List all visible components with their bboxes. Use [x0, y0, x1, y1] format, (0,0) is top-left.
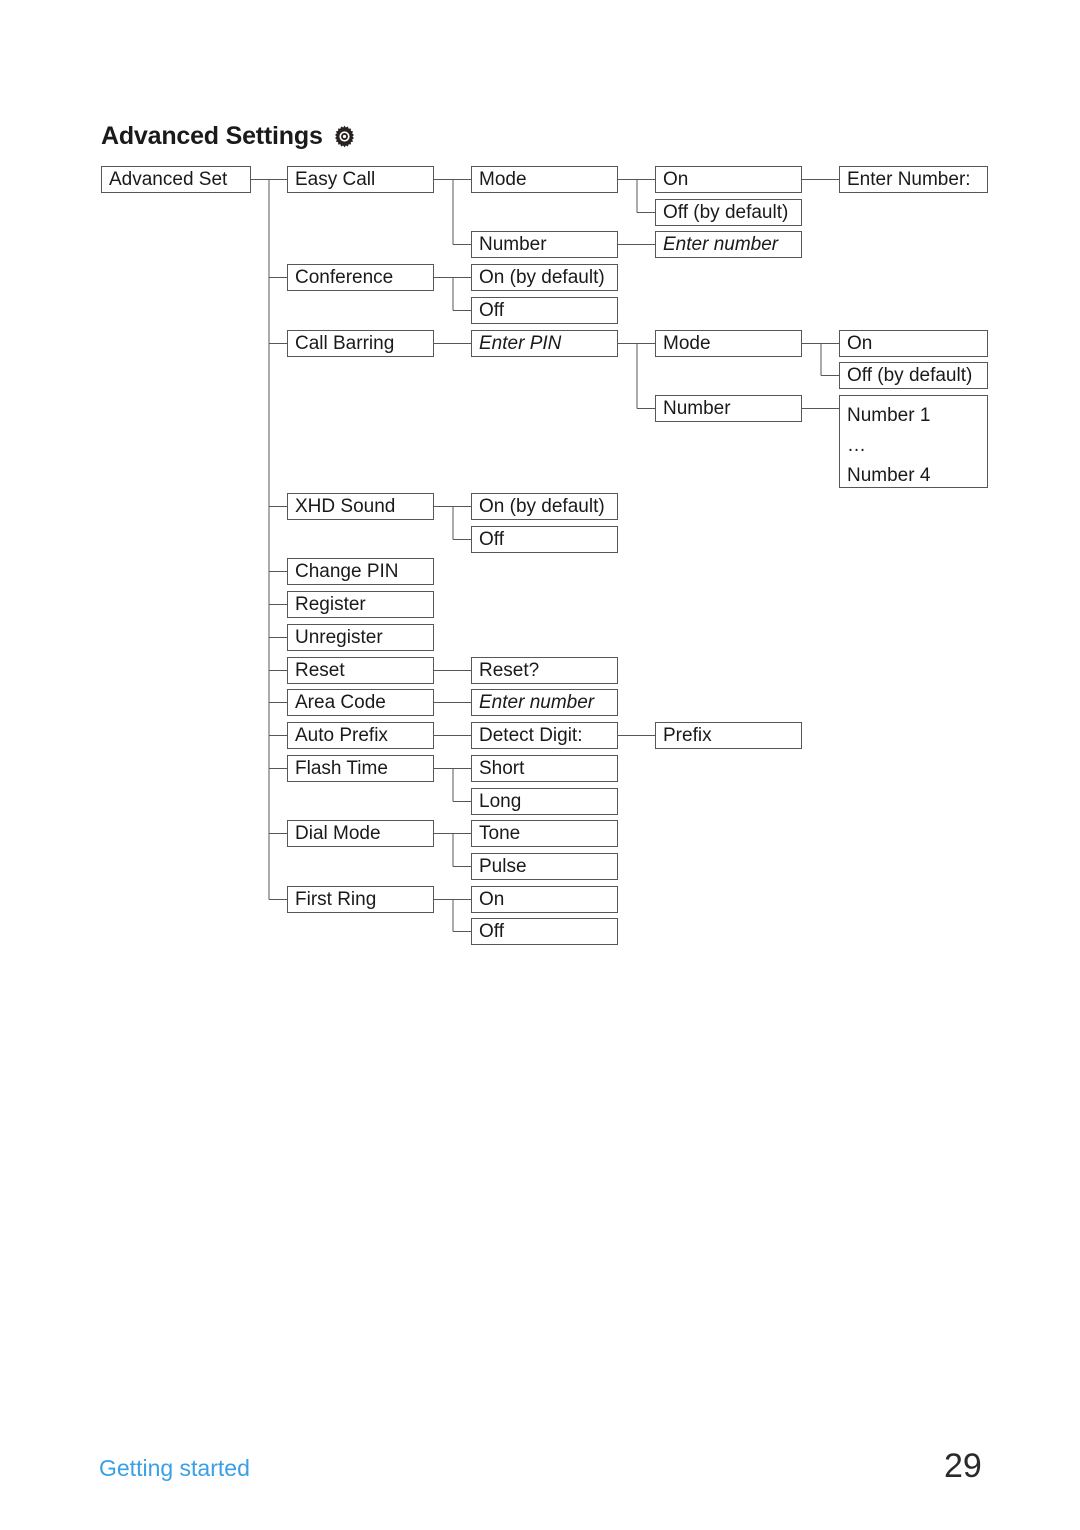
tree-node-label: Conference	[295, 267, 394, 288]
tree-node-label: Reset	[295, 660, 345, 681]
tree-node-enter-number-2[interactable]: Enter number	[655, 231, 802, 258]
tree-node-label: Enter number	[479, 692, 595, 713]
tree-node-first-ring[interactable]: First Ring	[287, 886, 434, 913]
tree-node-label: Off (by default)	[663, 202, 789, 223]
tree-node-label-line: Number 1	[847, 405, 931, 426]
tree-node-number-1[interactable]: Number	[471, 231, 618, 258]
tree-node-label: Enter Number:	[847, 169, 971, 190]
tree-node-label: On	[847, 333, 873, 354]
tree-node-label: Long	[479, 791, 522, 812]
tree-node-label: Enter number	[663, 234, 779, 255]
tree-node-long[interactable]: Long	[471, 788, 618, 815]
tree-node-label: Tone	[479, 823, 521, 844]
tree-node-flash-time[interactable]: Flash Time	[287, 755, 434, 782]
tree-node-mode-2[interactable]: Mode	[655, 330, 802, 357]
tree-node-enter-number-3[interactable]: Enter number	[471, 689, 618, 716]
tree-node-label: Pulse	[479, 856, 527, 877]
tree-node-label: Number	[663, 398, 731, 419]
tree-node-label: Call Barring	[295, 333, 395, 354]
tree-node-label: Unregister	[295, 627, 383, 648]
menu-tree-diagram: Advanced Set Easy Call Mode On Enter Number…	[0, 0, 1080, 1000]
tree-node-enter-pin[interactable]: Enter PIN	[471, 330, 618, 357]
tree-node-area-code[interactable]: Area Code	[287, 689, 434, 716]
tree-node-label: Mode	[663, 333, 711, 354]
tree-node-off-1[interactable]: Off	[471, 297, 618, 324]
tree-node-register[interactable]: Register	[287, 591, 434, 618]
tree-node-label: Register	[295, 594, 366, 615]
tree-node-off-3[interactable]: Off	[471, 918, 618, 945]
manual-page: Advanced Settings Advanced Set Easy Call…	[0, 0, 1080, 1530]
tree-node-label: Detect Digit:	[479, 725, 583, 746]
tree-node-label: On (by default)	[479, 267, 605, 288]
tree-node-label: Reset?	[479, 660, 540, 681]
tree-node-label: Change PIN	[295, 561, 399, 582]
tree-node-label: Off	[479, 921, 504, 942]
tree-node-label: First Ring	[295, 889, 377, 910]
tree-node-label: Dial Mode	[295, 823, 381, 844]
tree-node-unregister[interactable]: Unregister	[287, 624, 434, 651]
page-number: 29	[944, 1447, 982, 1485]
tree-node-on-default-2[interactable]: On (by default)	[471, 493, 618, 520]
tree-node-label: Prefix	[663, 725, 712, 746]
tree-node-label: Auto Prefix	[295, 725, 388, 746]
tree-node-label: Off (by default)	[847, 365, 973, 386]
tree-node-off-default-1[interactable]: Off (by default)	[655, 199, 802, 226]
tree-node-number-2[interactable]: Number	[655, 395, 802, 422]
tree-node-label: Off	[479, 529, 504, 550]
tree-node-short[interactable]: Short	[471, 755, 618, 782]
tree-node-mode-1[interactable]: Mode	[471, 166, 618, 193]
tree-node-easy-call[interactable]: Easy Call	[287, 166, 434, 193]
tree-node-label: Flash Time	[295, 758, 388, 779]
tree-node-tone[interactable]: Tone	[471, 820, 618, 847]
tree-node-label: On	[663, 169, 689, 190]
tree-node-auto-prefix[interactable]: Auto Prefix	[287, 722, 434, 749]
tree-node-label-line: …	[847, 435, 868, 456]
tree-node-conference[interactable]: Conference	[287, 264, 434, 291]
tree-node-label: Advanced Set	[109, 169, 228, 190]
tree-node-label: Enter PIN	[479, 333, 562, 354]
tree-node-label: Mode	[479, 169, 527, 190]
tree-node-reset-confirm[interactable]: Reset?	[471, 657, 618, 684]
tree-node-root[interactable]: Advanced Set	[101, 166, 251, 193]
tree-node-call-barring[interactable]: Call Barring	[287, 330, 434, 357]
tree-node-label: Off	[479, 300, 504, 321]
tree-node-off-default-2[interactable]: Off (by default)	[839, 362, 988, 389]
tree-node-on-default-1[interactable]: On (by default)	[471, 264, 618, 291]
tree-node-number-list[interactable]: Number 1 … Number 4	[839, 395, 988, 488]
tree-node-change-pin[interactable]: Change PIN	[287, 558, 434, 585]
tree-node-label: Area Code	[295, 692, 386, 713]
tree-node-label: Short	[479, 758, 525, 779]
footer-section-label: Getting started	[99, 1455, 250, 1481]
tree-node-on-1[interactable]: On	[655, 166, 802, 193]
tree-node-on-2[interactable]: On	[839, 330, 988, 357]
tree-node-xhd-sound[interactable]: XHD Sound	[287, 493, 434, 520]
tree-node-label-line: Number 4	[847, 465, 931, 486]
tree-node-detect-digit[interactable]: Detect Digit:	[471, 722, 618, 749]
tree-node-prefix[interactable]: Prefix	[655, 722, 802, 749]
tree-node-reset[interactable]: Reset	[287, 657, 434, 684]
tree-node-on-3[interactable]: On	[471, 886, 618, 913]
tree-node-label: Easy Call	[295, 169, 376, 190]
tree-node-label: XHD Sound	[295, 496, 396, 517]
tree-node-label: Number	[479, 234, 547, 255]
tree-node-off-2[interactable]: Off	[471, 526, 618, 553]
tree-node-dial-mode[interactable]: Dial Mode	[287, 820, 434, 847]
tree-node-label: On (by default)	[479, 496, 605, 517]
tree-node-enter-number-1[interactable]: Enter Number:	[839, 166, 988, 193]
tree-node-label: On	[479, 889, 505, 910]
tree-node-pulse[interactable]: Pulse	[471, 853, 618, 880]
